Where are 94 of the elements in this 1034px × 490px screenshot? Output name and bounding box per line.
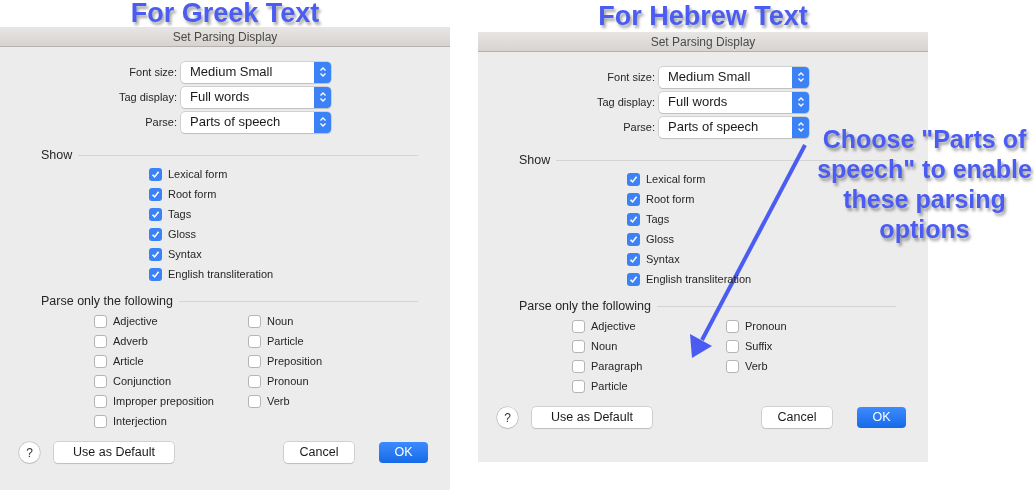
checkbox-label: Verb	[745, 358, 768, 374]
checkbox-label: Preposition	[267, 353, 323, 369]
checkbox-label: Gloss	[168, 226, 197, 242]
checkbox-label: Article	[113, 353, 144, 369]
checkbox-label: Gloss	[646, 231, 675, 247]
panel-heading: For Greek Text	[130, 0, 320, 27]
checkbox[interactable]	[726, 359, 739, 373]
checkbox[interactable]	[627, 172, 640, 186]
checkbox[interactable]	[726, 319, 739, 333]
dialog-title: Set Parsing Display	[0, 27, 450, 47]
checkbox[interactable]	[149, 167, 162, 181]
checkbox-label: Adjective	[591, 318, 636, 334]
stepper-icon	[314, 86, 331, 108]
checkbox[interactable]	[94, 334, 107, 348]
ok-button[interactable]: OK	[379, 442, 428, 463]
popup-menu[interactable]: Full words	[181, 86, 331, 108]
checkbox-label: Tags	[168, 206, 192, 222]
use-as-default-button[interactable]: Use as Default	[532, 407, 652, 428]
checkbox[interactable]	[94, 414, 107, 428]
section-header: Show	[41, 146, 73, 164]
checkbox[interactable]	[149, 227, 162, 241]
stepper-icon	[314, 111, 331, 133]
stepper-icon	[792, 66, 809, 88]
field-label: Tag display:	[117, 89, 178, 105]
checkbox[interactable]	[572, 319, 585, 333]
checkbox[interactable]	[572, 379, 585, 393]
section-header: Parse only the following	[41, 292, 174, 310]
checkbox-label: Paragraph	[591, 358, 643, 374]
checkbox[interactable]	[627, 272, 640, 286]
checkbox-label: Improper preposition	[113, 393, 214, 409]
checkbox-label: Suffix	[745, 338, 773, 354]
checkbox[interactable]	[248, 314, 261, 328]
dialog-title: Set Parsing Display	[478, 32, 928, 52]
callout-text: Choose "Parts of speech" to enable these parsing options	[816, 124, 1033, 244]
popup-menu[interactable]: Full words	[659, 91, 809, 113]
checkbox-label: Pronoun	[745, 318, 787, 334]
checkbox[interactable]	[248, 374, 261, 388]
checkbox[interactable]	[248, 354, 261, 368]
checkbox[interactable]	[627, 192, 640, 206]
checkbox[interactable]	[149, 267, 162, 281]
popup-menu[interactable]: Parts of speech	[659, 116, 809, 138]
checkbox[interactable]	[248, 394, 261, 408]
checkbox[interactable]	[627, 212, 640, 226]
checkbox[interactable]	[248, 334, 261, 348]
checkbox-label: Root form	[646, 191, 695, 207]
field-label: Tag display:	[595, 94, 656, 110]
stepper-icon	[314, 61, 331, 83]
checkbox-label: Lexical form	[646, 171, 706, 187]
checkbox[interactable]	[149, 207, 162, 221]
popup-menu[interactable]: Medium Small	[659, 66, 809, 88]
checkbox[interactable]	[572, 339, 585, 353]
checkbox-label: Pronoun	[267, 373, 309, 389]
help-button[interactable]: ?	[497, 407, 518, 428]
popup-menu[interactable]: Parts of speech	[181, 111, 331, 133]
cancel-button[interactable]: Cancel	[284, 442, 354, 463]
popup-menu[interactable]: Medium Small	[181, 61, 331, 83]
checkbox-label: Particle	[267, 333, 304, 349]
checkbox-label: Noun	[267, 313, 294, 329]
ok-button[interactable]: OK	[857, 407, 906, 428]
field-label: Parse:	[144, 114, 178, 130]
panel-heading: For Hebrew Text	[598, 2, 808, 30]
use-as-default-button[interactable]: Use as Default	[54, 442, 174, 463]
checkbox-label: English transliteration	[168, 266, 274, 282]
checkbox[interactable]	[149, 187, 162, 201]
checkbox-label: Noun	[591, 338, 618, 354]
field-label: Parse:	[622, 119, 656, 135]
checkbox[interactable]	[627, 232, 640, 246]
checkbox-label: Particle	[591, 378, 628, 394]
checkbox-label: Syntax	[646, 251, 680, 267]
checkbox[interactable]	[94, 374, 107, 388]
checkbox[interactable]	[94, 354, 107, 368]
field-label: Font size:	[128, 64, 178, 80]
checkbox-label: Conjunction	[113, 373, 172, 389]
checkbox-label: Verb	[267, 393, 290, 409]
section-header: Show	[519, 151, 551, 169]
checkbox-label: Syntax	[168, 246, 202, 262]
checkbox-label: Adverb	[113, 333, 148, 349]
cancel-button[interactable]: Cancel	[762, 407, 832, 428]
stepper-icon	[792, 116, 809, 138]
checkbox-label: Tags	[646, 211, 670, 227]
checkbox-label: Interjection	[113, 413, 167, 429]
checkbox[interactable]	[572, 359, 585, 373]
checkbox-label: Root form	[168, 186, 217, 202]
checkbox-label: Lexical form	[168, 166, 228, 182]
checkbox[interactable]	[149, 247, 162, 261]
help-button[interactable]: ?	[19, 442, 40, 463]
checkbox[interactable]	[94, 314, 107, 328]
checkbox[interactable]	[726, 339, 739, 353]
field-label: Font size:	[606, 69, 656, 85]
section-header: Parse only the following	[519, 297, 652, 315]
checkbox[interactable]	[94, 394, 107, 408]
checkbox[interactable]	[627, 252, 640, 266]
checkbox-label: Adjective	[113, 313, 158, 329]
stepper-icon	[792, 91, 809, 113]
